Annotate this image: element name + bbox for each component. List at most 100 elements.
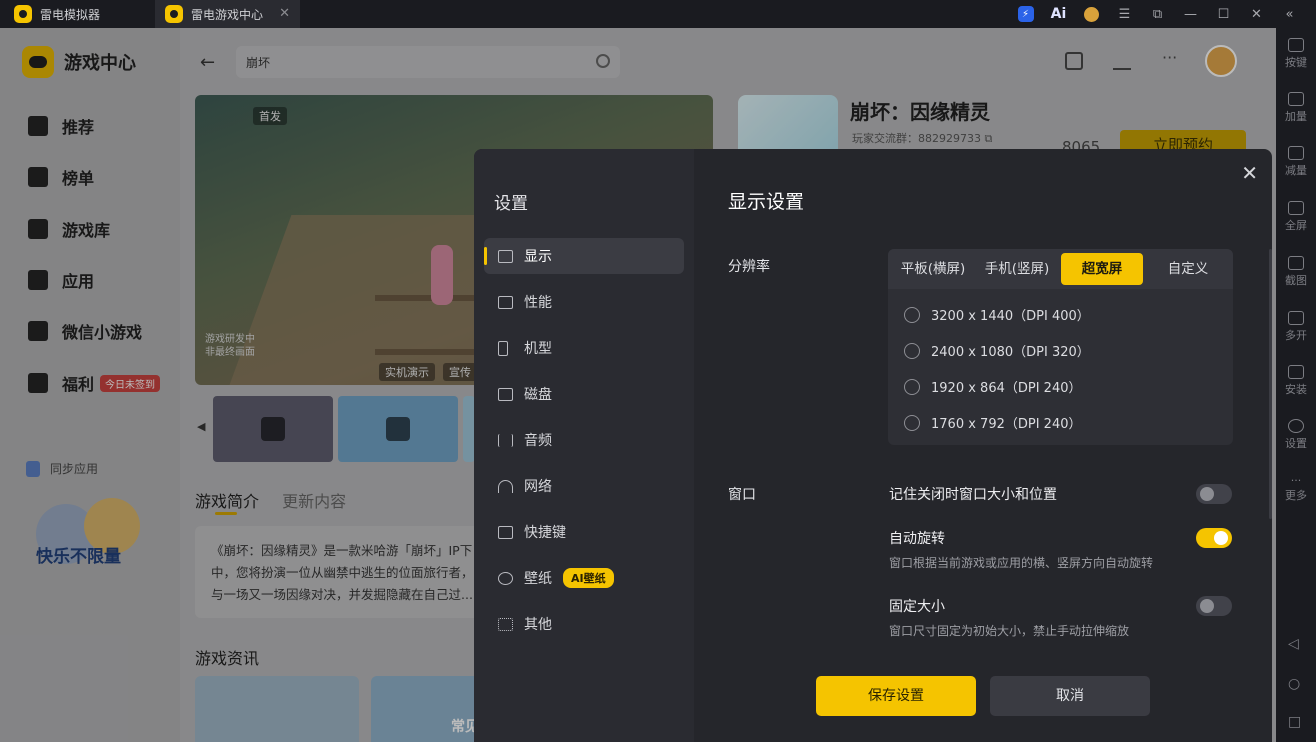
tab-ultrawide[interactable]: 超宽屏 bbox=[1061, 253, 1143, 285]
settings-nav-disk[interactable]: 磁盘 bbox=[484, 376, 684, 412]
settings-nav-performance[interactable]: 性能 bbox=[484, 284, 684, 320]
settings-nav-model[interactable]: 机型 bbox=[484, 330, 684, 366]
audio-icon bbox=[498, 433, 513, 447]
gear-icon bbox=[1288, 419, 1304, 433]
back-nav-icon[interactable]: ◁ bbox=[1288, 636, 1299, 652]
toggle-knob bbox=[1200, 599, 1214, 613]
coin-button[interactable] bbox=[1075, 0, 1108, 28]
settings-nav-audio[interactable]: 音频 bbox=[484, 422, 684, 458]
tab-game-center[interactable]: 雷电游戏中心 ✕ bbox=[155, 0, 300, 28]
toggle-knob bbox=[1214, 531, 1228, 545]
resolution-label: 分辨率 bbox=[728, 259, 770, 275]
ai-wallpaper-badge: AI壁纸 bbox=[563, 568, 614, 588]
thunder-button[interactable]: ⚡ bbox=[1009, 0, 1042, 28]
nav-label: 快捷键 bbox=[524, 525, 566, 541]
resolution-text: 3200 x 1440（DPI 400） bbox=[931, 309, 1090, 324]
settings-nav-network[interactable]: 网络 bbox=[484, 468, 684, 504]
keyboard-icon bbox=[1288, 38, 1304, 52]
toolbar-label: 全屏 bbox=[1285, 219, 1307, 232]
toolbar-volume-down[interactable]: 减量 bbox=[1276, 146, 1316, 178]
toolbar-fullscreen[interactable]: 全屏 bbox=[1276, 201, 1316, 233]
close-icon: ✕ bbox=[1251, 6, 1262, 22]
toolbar-install[interactable]: 安装 bbox=[1276, 365, 1316, 397]
remember-window-toggle[interactable] bbox=[1196, 484, 1232, 504]
tab-phone[interactable]: 手机(竖屏) bbox=[978, 253, 1056, 285]
nav-label: 性能 bbox=[524, 295, 552, 311]
settings-nav-display[interactable]: 显示 bbox=[484, 238, 684, 274]
tab-custom[interactable]: 自定义 bbox=[1148, 253, 1228, 285]
tab-tablet[interactable]: 平板(横屏) bbox=[894, 253, 972, 285]
scissors-icon bbox=[1288, 256, 1304, 270]
settings-heading: 设置 bbox=[494, 194, 528, 214]
external-button[interactable]: ⧉ bbox=[1141, 0, 1174, 28]
toolbar-screenshot[interactable]: 截图 bbox=[1276, 256, 1316, 288]
menu-button[interactable]: ☰ bbox=[1108, 0, 1141, 28]
save-settings-button[interactable]: 保存设置 bbox=[816, 676, 976, 716]
settings-nav: 设置 显示 性能 机型 磁盘 音频 网络 快捷键 壁纸 AI壁纸 其他 bbox=[474, 149, 694, 742]
settings-title: 显示设置 bbox=[728, 191, 805, 213]
toolbar-multi[interactable]: 多开 bbox=[1276, 311, 1316, 343]
palette-icon bbox=[498, 571, 513, 585]
resolution-option[interactable]: 2400 x 1080（DPI 320） bbox=[904, 341, 1090, 360]
toolbar-label: 截图 bbox=[1285, 274, 1307, 287]
toolbar-keymap[interactable]: 按键 bbox=[1276, 38, 1316, 70]
resolution-panel: 平板(横屏) 手机(竖屏) 超宽屏 自定义 3200 x 1440（DPI 40… bbox=[888, 249, 1233, 445]
option-fixed-size: 固定大小 bbox=[889, 599, 945, 615]
radio-button[interactable] bbox=[904, 306, 920, 323]
right-toolbar: 按键 加量 减量 全屏 截图 多开 安装 设置 ··· 更多 ◁ ○ □ bbox=[1276, 28, 1316, 742]
resolution-option[interactable]: 1920 x 864（DPI 240） bbox=[904, 377, 1081, 396]
nav-label: 音频 bbox=[524, 433, 552, 449]
nav-label: 壁纸 bbox=[524, 571, 552, 587]
maximize-button[interactable]: ☐ bbox=[1207, 0, 1240, 28]
option-remember-window: 记住关闭时窗口大小和位置 bbox=[889, 487, 1057, 503]
toggle-knob bbox=[1200, 487, 1214, 501]
radio-button[interactable] bbox=[904, 378, 920, 395]
scrollbar[interactable] bbox=[1269, 249, 1272, 519]
settings-nav-shortcuts[interactable]: 快捷键 bbox=[484, 514, 684, 550]
resolution-text: 1920 x 864（DPI 240） bbox=[931, 381, 1082, 396]
resolution-option[interactable]: 1760 x 792（DPI 240） bbox=[904, 413, 1081, 432]
collapse-button[interactable]: « bbox=[1273, 0, 1306, 28]
title-bar: 雷电模拟器 雷电游戏中心 ✕ ⚡ Ai ☰ ⧉ — ☐ ✕ « bbox=[0, 0, 1316, 28]
nav-label: 其他 bbox=[524, 617, 552, 633]
option-fixed-size-desc: 窗口尺寸固定为初始大小，禁止手动拉伸缩放 bbox=[889, 624, 1130, 638]
resolution-tabs: 平板(横屏) 手机(竖屏) 超宽屏 自定义 bbox=[888, 249, 1233, 289]
fullscreen-icon bbox=[1288, 201, 1304, 215]
settings-nav-wallpaper[interactable]: 壁纸 AI壁纸 bbox=[484, 560, 684, 596]
minimize-icon: — bbox=[1184, 6, 1197, 22]
minimize-button[interactable]: — bbox=[1174, 0, 1207, 28]
tab-label: 雷电模拟器 bbox=[40, 7, 101, 22]
phone-icon bbox=[498, 340, 508, 356]
toolbar-volume-up[interactable]: 加量 bbox=[1276, 92, 1316, 124]
fixed-size-toggle[interactable] bbox=[1196, 596, 1232, 616]
auto-rotate-toggle[interactable] bbox=[1196, 528, 1232, 548]
cancel-button[interactable]: 取消 bbox=[990, 676, 1150, 716]
double-chevron-left-icon: « bbox=[1285, 6, 1294, 22]
toolbar-settings[interactable]: 设置 bbox=[1276, 419, 1316, 451]
resolution-option[interactable]: 3200 x 1440（DPI 400） bbox=[904, 305, 1090, 324]
resolution-text: 2400 x 1080（DPI 320） bbox=[931, 345, 1090, 360]
toolbar-more[interactable]: ··· 更多 bbox=[1276, 474, 1316, 503]
radio-button[interactable] bbox=[904, 342, 920, 359]
resolution-text: 1760 x 792（DPI 240） bbox=[931, 417, 1082, 432]
menu-icon: ☰ bbox=[1118, 6, 1131, 22]
nav-label: 机型 bbox=[524, 341, 552, 357]
tab-emulator[interactable]: 雷电模拟器 bbox=[0, 0, 152, 28]
settings-nav-other[interactable]: 其他 bbox=[484, 606, 684, 642]
ai-button[interactable]: Ai bbox=[1042, 0, 1075, 28]
recent-nav-icon[interactable]: □ bbox=[1288, 714, 1301, 730]
close-icon[interactable]: ✕ bbox=[1241, 161, 1258, 185]
toolbar-label: 多开 bbox=[1285, 329, 1307, 342]
toolbar-label: 加量 bbox=[1285, 110, 1307, 123]
thunder-icon: ⚡ bbox=[1017, 6, 1034, 22]
close-window-button[interactable]: ✕ bbox=[1240, 0, 1273, 28]
nav-label: 磁盘 bbox=[524, 387, 552, 403]
ai-icon: Ai bbox=[1050, 6, 1067, 22]
home-nav-icon[interactable]: ○ bbox=[1288, 676, 1300, 692]
tab-close-icon[interactable]: ✕ bbox=[279, 6, 290, 21]
more-icon: ··· bbox=[1290, 474, 1302, 487]
monitor-icon bbox=[498, 249, 513, 263]
toolbar-label: 更多 bbox=[1285, 489, 1307, 502]
toolbar-label: 按键 bbox=[1285, 56, 1307, 69]
radio-button[interactable] bbox=[904, 414, 920, 431]
